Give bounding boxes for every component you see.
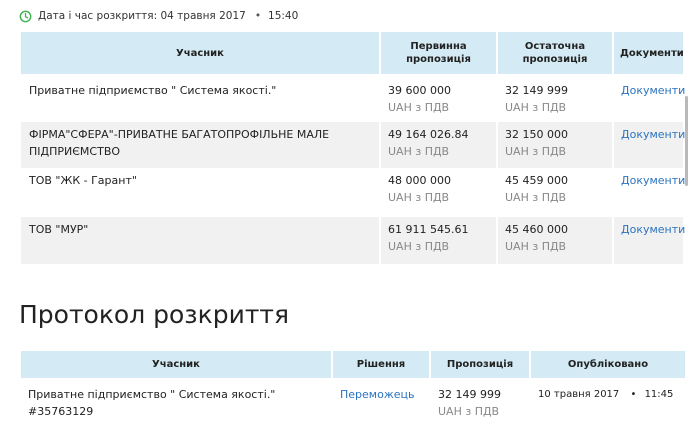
participant-name: ТОВ "ЖК - Гарант" <box>21 168 381 217</box>
initial-offer-currency: UAH з ПДВ <box>388 101 450 114</box>
documents-link[interactable]: Документи <box>621 128 685 141</box>
col-header-participant: Учасник <box>21 351 333 378</box>
documents-cell: Документи <box>613 168 685 217</box>
initial-offer-currency: UAH з ПДВ <box>388 240 450 253</box>
winner-link[interactable]: Переможець <box>340 388 414 401</box>
initial-offer-amount: 61 911 545.61 <box>388 223 469 236</box>
page: Дата і час розкриття: 04 травня 2017 • 1… <box>0 0 700 428</box>
participant-id: #35763129 <box>28 405 94 418</box>
opening-date: 04 травня 2017 <box>160 10 246 22</box>
initial-offer-cell: 49 164 026.84 UAH з ПДВ <box>380 122 498 168</box>
col-header-final-offer: Остаточна пропозиція <box>497 32 614 74</box>
final-offer-cell: 45 459 000 UAH з ПДВ <box>497 168 614 217</box>
decision-cell: Переможець <box>332 378 431 424</box>
col-header-published: Опубліковано <box>530 351 685 378</box>
offer-currency: UAH з ПДВ <box>438 405 500 418</box>
col-header-offer: Пропозиція <box>430 351 531 378</box>
opening-label: Дата і час розкриття: <box>38 10 158 22</box>
final-offer-amount: 32 150 000 <box>505 128 568 141</box>
published-separator: • <box>630 389 637 400</box>
vertical-scrollbar[interactable] <box>685 96 688 186</box>
opening-time: 15:40 <box>268 10 299 22</box>
col-header-decision: Рішення <box>332 351 431 378</box>
offer-cell: 32 149 999 UAH з ПДВ <box>430 378 531 424</box>
initial-offer-amount: 39 600 000 <box>388 84 451 97</box>
table-row: ТОВ "ЖК - Гарант" 48 000 000 UAH з ПДВ 4… <box>21 168 685 217</box>
participant-name: ФІРМА"СФЕРА"-ПРИВАТНЕ БАГАТОПРОФІЛЬНЕ МА… <box>21 122 381 168</box>
documents-link[interactable]: Документи <box>621 84 685 97</box>
published-cell: 10 травня 2017 • 11:45 <box>530 378 685 424</box>
col-header-participant: Учасник <box>21 32 381 74</box>
documents-link[interactable]: Документи <box>621 174 685 187</box>
initial-offer-cell: 39 600 000 UAH з ПДВ <box>380 74 498 122</box>
final-offer-amount: 32 149 999 <box>505 84 568 97</box>
documents-cell: Документи <box>613 217 685 264</box>
initial-offer-cell: 61 911 545.61 UAH з ПДВ <box>380 217 498 264</box>
final-offer-currency: UAH з ПДВ <box>505 191 567 204</box>
documents-cell: Документи <box>613 74 685 122</box>
bids-table: Учасник Первинна пропозиція Остаточна пр… <box>21 32 685 264</box>
final-offer-amount: 45 460 000 <box>505 223 568 236</box>
participant-name: Приватне підприємство " Система якості." <box>28 388 276 401</box>
participant-name: ТОВ "МУР" <box>21 217 381 264</box>
bids-header-row: Учасник Первинна пропозиція Остаточна пр… <box>21 32 684 74</box>
offer-amount: 32 149 999 <box>438 388 501 401</box>
initial-offer-amount: 48 000 000 <box>388 174 451 187</box>
published-date: 10 травня 2017 <box>538 389 620 400</box>
opening-date-line: Дата і час розкриття: 04 травня 2017 • 1… <box>19 8 298 24</box>
table-row: ТОВ "МУР" 61 911 545.61 UAH з ПДВ 45 460… <box>21 217 685 264</box>
final-offer-currency: UAH з ПДВ <box>505 240 567 253</box>
initial-offer-amount: 49 164 026.84 <box>388 128 469 141</box>
clock-icon <box>19 10 32 22</box>
participant-cell: Приватне підприємство " Система якості."… <box>21 378 333 424</box>
col-header-documents: Документи <box>613 32 684 74</box>
published-time: 11:45 <box>644 389 674 400</box>
documents-cell: Документи <box>613 122 685 168</box>
final-offer-cell: 45 460 000 UAH з ПДВ <box>497 217 614 264</box>
participant-name: Приватне підприємство " Система якості." <box>21 74 381 122</box>
protocol-table: Учасник Рішення Пропозиція Опубліковано … <box>21 351 685 424</box>
final-offer-cell: 32 150 000 UAH з ПДВ <box>497 122 614 168</box>
initial-offer-currency: UAH з ПДВ <box>388 191 450 204</box>
final-offer-amount: 45 459 000 <box>505 174 568 187</box>
final-offer-currency: UAH з ПДВ <box>505 101 567 114</box>
protocol-header-row: Учасник Рішення Пропозиція Опубліковано <box>21 351 685 378</box>
final-offer-currency: UAH з ПДВ <box>505 145 567 158</box>
protocol-title: Протокол розкриття <box>19 300 289 329</box>
documents-link[interactable]: Документи <box>621 223 685 236</box>
final-offer-cell: 32 149 999 UAH з ПДВ <box>497 74 614 122</box>
initial-offer-currency: UAH з ПДВ <box>388 145 450 158</box>
date-separator: • <box>254 10 262 22</box>
table-row: ФІРМА"СФЕРА"-ПРИВАТНЕ БАГАТОПРОФІЛЬНЕ МА… <box>21 122 685 168</box>
table-row: Приватне підприємство " Система якості."… <box>21 74 685 122</box>
table-row: Приватне підприємство " Система якості."… <box>21 378 685 424</box>
initial-offer-cell: 48 000 000 UAH з ПДВ <box>380 168 498 217</box>
col-header-initial-offer: Первинна пропозиція <box>380 32 498 74</box>
